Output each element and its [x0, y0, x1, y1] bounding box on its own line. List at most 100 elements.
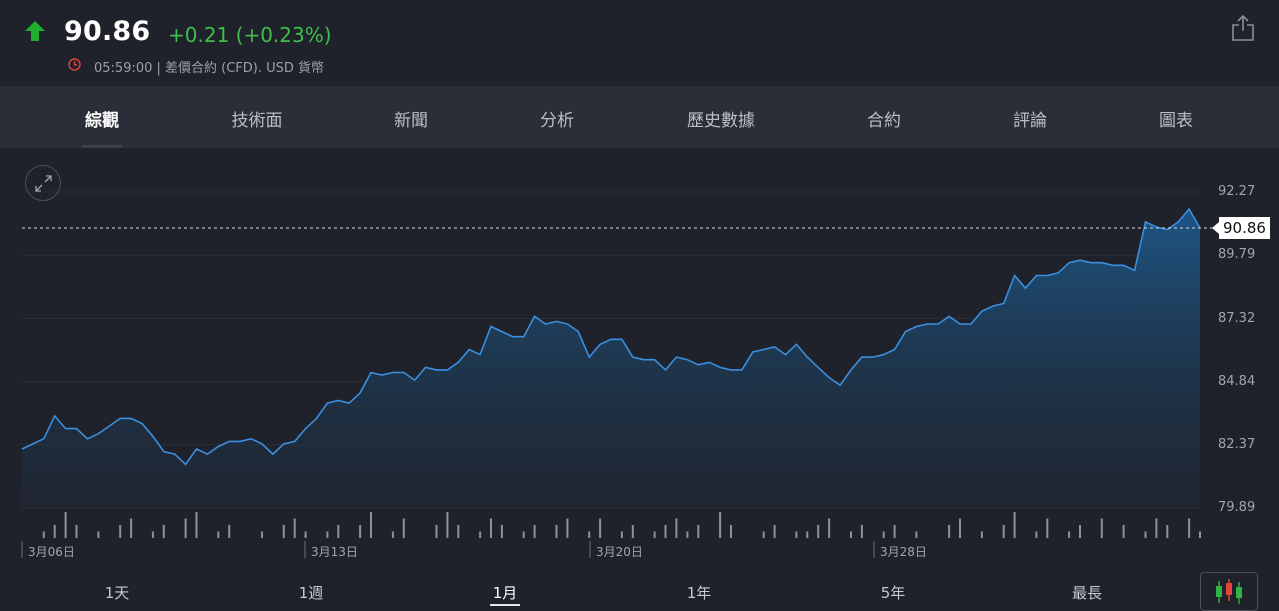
tab-historical-data[interactable]: 歷史數據 [687, 106, 755, 131]
price-change: +0.21 (+0.23%) [168, 23, 332, 47]
volume-bar [42, 531, 45, 538]
range-1d[interactable]: 1天 [105, 582, 130, 603]
range-1m[interactable]: 1月 [493, 582, 518, 603]
volume-bar [1166, 525, 1169, 538]
volume-bar [1046, 518, 1049, 538]
tab-analysis[interactable]: 分析 [540, 106, 574, 131]
volume-bar [53, 525, 56, 538]
y-tick-label: 84.84 [1218, 374, 1256, 389]
volume-bar [1068, 531, 1071, 538]
volume-bar [391, 531, 394, 538]
volume-bar [359, 525, 362, 538]
volume-bar [719, 512, 722, 538]
volume-bar [370, 512, 372, 538]
volume-bar [893, 525, 896, 538]
volume-bar [1188, 518, 1191, 538]
volume-bar [119, 525, 122, 538]
volume-bar [217, 531, 220, 538]
x-tick-label: 3月13日 [311, 545, 358, 559]
volume-bar [620, 531, 623, 538]
volume-bar [64, 512, 67, 538]
y-tick-label: 82.37 [1218, 437, 1256, 452]
volume-bar [1013, 512, 1016, 538]
volume-bar [795, 531, 798, 538]
volume-bar [817, 525, 820, 538]
range-1w[interactable]: 1週 [299, 582, 324, 603]
volume-bar [631, 525, 634, 538]
volume-bar [479, 531, 482, 538]
volume-bar [828, 518, 831, 538]
volume-bar [675, 518, 678, 538]
price-chart[interactable] [0, 148, 1279, 568]
range-5y[interactable]: 5年 [881, 582, 906, 603]
volume-bar [522, 531, 525, 538]
tab-news[interactable]: 新聞 [394, 106, 428, 131]
volume-bar [653, 531, 656, 538]
volume-bar [850, 531, 852, 538]
y-tick-label: 89.79 [1218, 247, 1256, 262]
tab-chart[interactable]: 圖表 [1159, 106, 1193, 131]
volume-bar [948, 525, 951, 538]
quote-header: 90.86 +0.21 (+0.23%) 05:59:00 | 差價合約 (CF… [0, 0, 1279, 86]
volume-bar [490, 518, 492, 538]
volume-bar [1155, 518, 1158, 538]
range-max[interactable]: 最長 [1072, 582, 1102, 603]
volume-bar [130, 518, 133, 538]
volume-bar [293, 518, 296, 538]
volume-bar [446, 512, 449, 538]
share-icon[interactable] [1230, 14, 1256, 42]
volume-bar [599, 518, 602, 538]
volume-bar [664, 525, 667, 538]
volume-bar [282, 525, 285, 538]
section-tabs: 綜觀 技術面 新聞 分析 歷史數據 合約 評論 圖表 [0, 86, 1279, 148]
volume-bar [533, 525, 536, 538]
volume-bar [588, 531, 591, 538]
volume-bar [1079, 525, 1081, 538]
tab-overview[interactable]: 綜觀 [85, 106, 119, 131]
tab-comments[interactable]: 評論 [1013, 106, 1047, 131]
volume-bar [304, 531, 307, 538]
volume-bar [566, 518, 569, 538]
tab-contract[interactable]: 合約 [867, 106, 901, 131]
volume-bar [1144, 531, 1147, 538]
volume-bar [697, 525, 700, 538]
volume-bar [1035, 531, 1038, 538]
last-price-tag: 90.86 [1212, 217, 1270, 239]
volume-bar [151, 531, 154, 538]
volume-bar [435, 525, 438, 538]
volume-bar [959, 518, 961, 538]
volume-bar [1100, 518, 1103, 538]
tab-technical[interactable]: 技術面 [232, 106, 283, 131]
volume-bar [980, 531, 983, 538]
active-range-indicator [490, 604, 520, 606]
volume-bar [75, 525, 78, 538]
volume-bar [686, 531, 689, 538]
clock-icon [68, 58, 81, 71]
x-tick-label: 3月28日 [880, 545, 927, 559]
volume-bar [402, 518, 405, 538]
volume-bar [1002, 525, 1005, 538]
volume-bar [730, 525, 732, 538]
volume-bar [326, 531, 329, 538]
range-1y[interactable]: 1年 [687, 582, 712, 603]
volume-bar [337, 525, 340, 538]
volume-bar [228, 525, 231, 538]
volume-bar [184, 518, 187, 538]
volume-bar [195, 512, 198, 538]
up-arrow-icon [25, 21, 45, 41]
volume-bar [762, 531, 765, 538]
volume-bar [915, 531, 918, 538]
expand-chart-button[interactable] [25, 165, 61, 201]
volume-bar [882, 531, 885, 538]
volume-bar [555, 525, 558, 538]
candlestick-icon [1216, 579, 1242, 604]
x-tick-label: 3月06日 [28, 545, 75, 559]
volume-bar [261, 531, 263, 538]
volume-bar [500, 525, 503, 538]
volume-bar [1199, 531, 1201, 538]
chart-type-button[interactable] [1200, 572, 1258, 611]
last-price: 90.86 [64, 16, 151, 47]
price-area [22, 209, 1200, 508]
volume-bar [162, 525, 165, 538]
volume-bar [773, 525, 776, 538]
